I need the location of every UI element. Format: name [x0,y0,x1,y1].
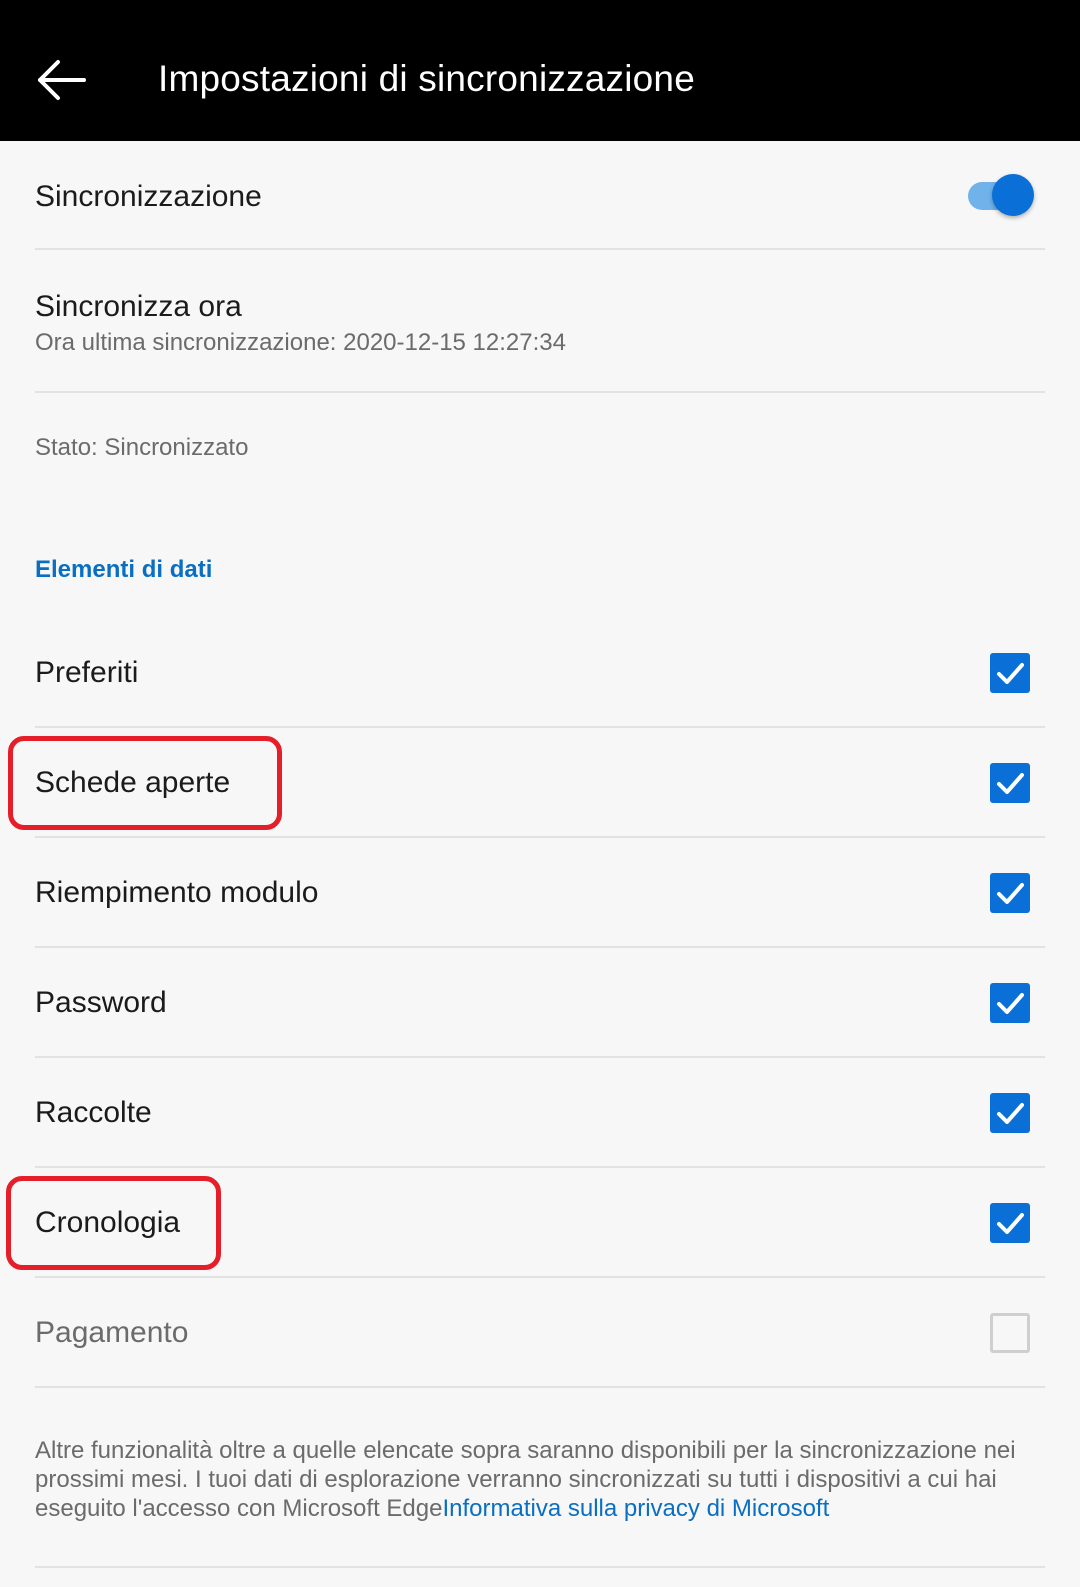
divider [35,726,1045,728]
back-button[interactable] [30,48,94,112]
divider [35,1166,1045,1168]
data-item-label: Pagamento [35,1316,189,1349]
divider [35,946,1045,948]
divider [35,1566,1045,1568]
divider [35,1386,1045,1388]
data-item-checkbox[interactable] [990,873,1030,913]
data-item-checkbox[interactable] [990,1313,1030,1353]
checkmark-icon [997,883,1024,904]
divider [35,391,1045,393]
data-item-label: Riempimento modulo [35,876,319,909]
data-item-row[interactable] [35,949,1045,1057]
sync-now-label: Sincronizza ora [35,290,242,323]
checkmark-icon [997,993,1024,1014]
data-item-row[interactable] [35,1059,1045,1167]
data-item-row[interactable] [35,619,1045,727]
page-title: Impostazioni di sincronizzazione [158,58,695,99]
data-item-label: Password [35,986,167,1019]
data-item-checkbox[interactable] [990,763,1030,803]
data-item-label: Raccolte [35,1096,152,1129]
data-item-checkbox[interactable] [990,653,1030,693]
app-bar: Impostazioni di sincronizzazione [0,0,1080,141]
divider [35,1056,1045,1058]
privacy-link[interactable]: Informativa sulla privacy di Microsoft [442,1495,829,1522]
sync-label: Sincronizzazione [35,180,262,213]
data-item-row[interactable] [35,1169,1045,1277]
checkmark-icon [997,1213,1024,1234]
sync-status: Stato: Sincronizzato [35,434,249,461]
checkmark-icon [997,1103,1024,1124]
data-item-label: Preferiti [35,656,139,689]
data-item-label: Cronologia [35,1206,181,1239]
last-sync-time: Ora ultima sincronizzazione: 2020-12-15 … [35,329,566,356]
divider [35,1276,1045,1278]
data-item-checkbox[interactable] [990,1203,1030,1243]
data-item-checkbox[interactable] [990,1093,1030,1133]
footer-note: Altre funzionalità oltre a quelle elenca… [35,1436,1045,1523]
divider [35,836,1045,838]
toggle-thumb [992,174,1034,216]
data-item-label: Schede aperte [35,766,231,799]
section-title-data-items: Elementi di dati [35,556,213,583]
sync-toggle[interactable] [958,173,1038,219]
checkmark-icon [997,773,1024,794]
arrow-left-icon [38,60,86,100]
data-item-checkbox[interactable] [990,983,1030,1023]
checkmark-icon [997,663,1024,684]
